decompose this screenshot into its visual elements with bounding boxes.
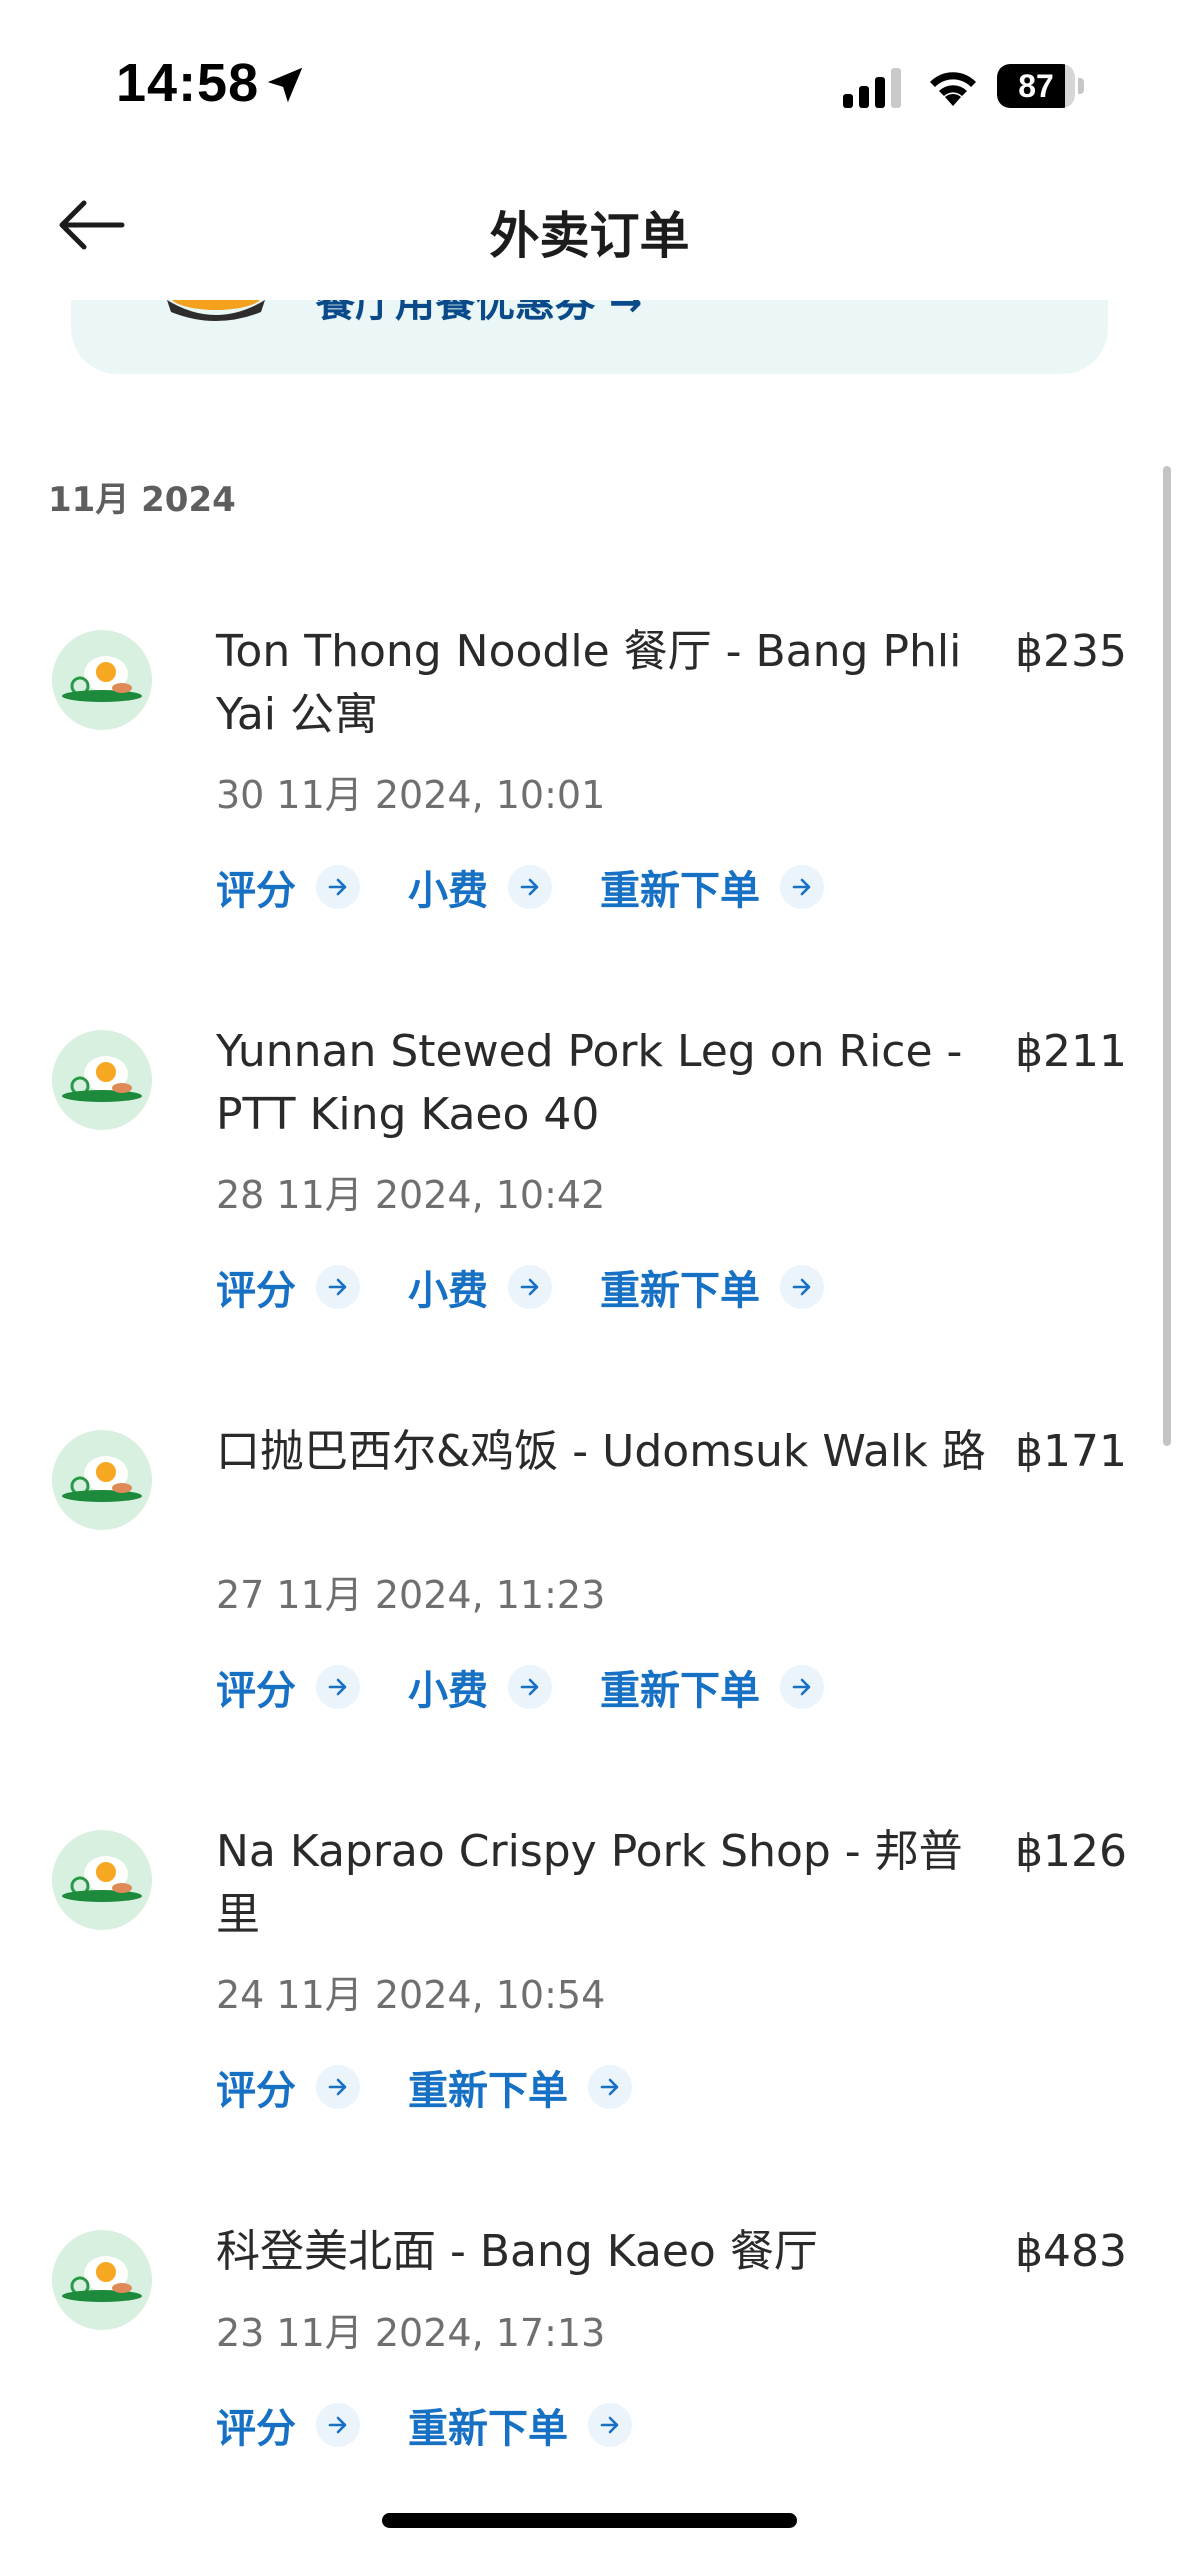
arrow-right-icon <box>316 1665 360 1709</box>
arrow-right-icon <box>316 2065 360 2109</box>
action-label: 小费 <box>408 868 488 914</box>
arrow-right-icon <box>780 1265 824 1309</box>
arrow-right-icon <box>316 1265 360 1309</box>
order-restaurant-name: Ton Thong Noodle 餐厅 - Bang Phli Yai 公寓 <box>216 626 962 740</box>
order-date: 24 11月 2024, 10:54 <box>216 1973 606 2017</box>
tip-button[interactable]: 小费 <box>408 858 552 916</box>
action-label: 评分 <box>216 1668 296 1714</box>
rate-button[interactable]: 评分 <box>216 2396 360 2454</box>
order-restaurant-name: Na Kaprao Crispy Pork Shop - 邦普里 <box>216 1826 963 1940</box>
reorder-button[interactable]: 重新下单 <box>600 1658 824 1716</box>
action-label: 重新下单 <box>600 1668 760 1714</box>
action-label: 重新下单 <box>408 2068 568 2114</box>
arrow-right-icon <box>588 2403 632 2447</box>
arrow-right-icon <box>780 1665 824 1709</box>
rate-button[interactable]: 评分 <box>216 1658 360 1716</box>
reorder-button[interactable]: 重新下单 <box>408 2058 632 2116</box>
restaurant-avatar-icon <box>52 1830 152 1930</box>
restaurant-avatar-icon <box>52 1030 152 1130</box>
arrow-right-icon <box>316 865 360 909</box>
arrow-right-icon <box>508 1665 552 1709</box>
action-label: 评分 <box>216 2068 296 2114</box>
tip-button[interactable]: 小费 <box>408 1658 552 1716</box>
order-restaurant-name: 口抛巴西尔&鸡饭 - Udomsuk Walk 路 <box>216 1426 986 1477</box>
order-price: ฿483 <box>1015 2226 1127 2277</box>
action-label: 评分 <box>216 1268 296 1314</box>
status-bar: 14:58 87 <box>0 0 1179 150</box>
reorder-button[interactable]: 重新下单 <box>600 858 824 916</box>
arrow-right-icon <box>508 1265 552 1309</box>
order-actions: 评分 重新下单 <box>216 2396 680 2454</box>
home-indicator[interactable] <box>382 2513 797 2528</box>
order-price: ฿171 <box>1015 1426 1127 1477</box>
location-arrow-icon <box>267 67 303 103</box>
arrow-right-icon <box>316 2403 360 2447</box>
action-label: 小费 <box>408 1668 488 1714</box>
order-date: 23 11月 2024, 17:13 <box>216 2311 606 2355</box>
action-label: 重新下单 <box>600 868 760 914</box>
arrow-right-icon <box>588 2065 632 2109</box>
order-price: ฿126 <box>1015 1826 1127 1877</box>
action-label: 评分 <box>216 2406 296 2452</box>
order-restaurant-name: 科登美北面 - Bang Kaeo 餐厅 <box>216 2226 818 2277</box>
rate-button[interactable]: 评分 <box>216 2058 360 2116</box>
rate-button[interactable]: 评分 <box>216 1258 360 1316</box>
order-actions: 评分 小费 重新下单 <box>216 1258 872 1316</box>
action-label: 小费 <box>408 1268 488 1314</box>
orders-screen: 14:58 87 外卖订单 餐厅用餐优惠券 → 11月 2024 Ton Tho… <box>0 0 1179 2556</box>
restaurant-avatar-icon <box>52 630 152 730</box>
order-price: ฿211 <box>1015 1026 1127 1077</box>
reorder-button[interactable]: 重新下单 <box>408 2396 632 2454</box>
tip-button[interactable]: 小费 <box>408 1258 552 1316</box>
order-date: 28 11月 2024, 10:42 <box>216 1173 606 1217</box>
cellular-signal-icon <box>843 68 901 108</box>
restaurant-avatar-icon <box>52 2230 152 2330</box>
action-label: 重新下单 <box>600 1268 760 1314</box>
order-actions: 评分 小费 重新下单 <box>216 858 872 916</box>
order-date: 27 11月 2024, 11:23 <box>216 1573 606 1617</box>
arrow-right-icon <box>508 865 552 909</box>
wifi-icon <box>930 72 976 106</box>
reorder-button[interactable]: 重新下单 <box>600 1258 824 1316</box>
battery-percent: 87 <box>1018 68 1054 104</box>
month-section-label: 11月 2024 <box>48 480 236 520</box>
order-price: ฿235 <box>1015 626 1127 677</box>
rate-button[interactable]: 评分 <box>216 858 360 916</box>
battery-indicator: 87 <box>997 64 1085 108</box>
scrollbar[interactable] <box>1163 466 1171 1446</box>
action-label: 重新下单 <box>408 2406 568 2452</box>
restaurant-avatar-icon <box>52 1430 152 1530</box>
order-actions: 评分 小费 重新下单 <box>216 1658 872 1716</box>
order-actions: 评分 重新下单 <box>216 2058 680 2116</box>
order-date: 30 11月 2024, 10:01 <box>216 773 606 817</box>
status-time: 14:58 <box>116 53 260 113</box>
nav-header: 外卖订单 <box>0 150 1179 300</box>
page-title: 外卖订单 <box>489 207 690 265</box>
arrow-right-icon <box>780 865 824 909</box>
order-restaurant-name: Yunnan Stewed Pork Leg on Rice - PTT Kin… <box>216 1026 963 1140</box>
action-label: 评分 <box>216 868 296 914</box>
